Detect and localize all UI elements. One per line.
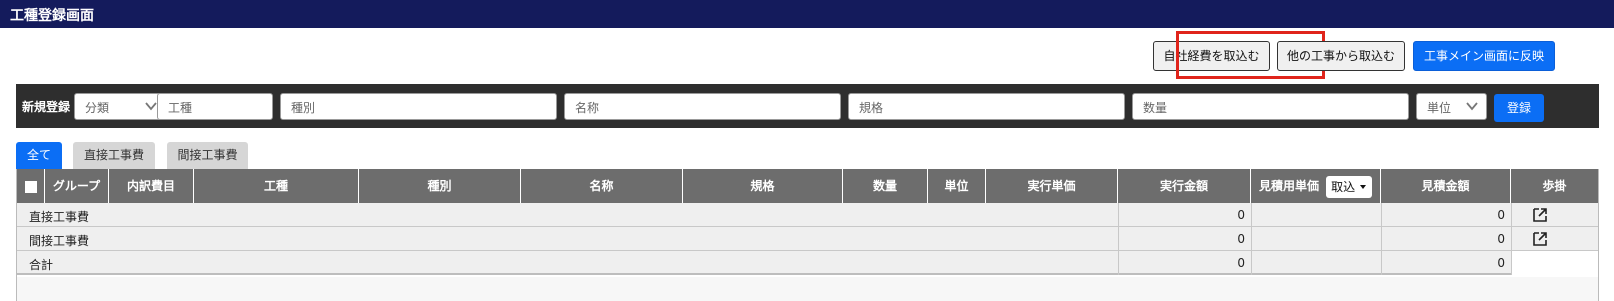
name-input[interactable]: 名称 [564, 93, 841, 120]
header-shubetsu[interactable]: 種別 [359, 169, 521, 203]
qty-input[interactable]: 数量 [1132, 93, 1409, 120]
new-entry-label: 新規登録 [22, 100, 71, 114]
header-name[interactable]: 名称 [521, 169, 683, 203]
header-estimate-unit-price: 見積用単価 [1258, 179, 1319, 193]
cost-table: グループ 内訳費目 工種 種別 名称 規格 数量 単位 実行単価 実行金額 見積… [16, 169, 1599, 301]
external-link-icon[interactable] [1529, 230, 1551, 248]
name-placeholder: 名称 [575, 101, 600, 115]
table-row: 間接工事費 0 0 [17, 227, 1598, 251]
header-exec-amount[interactable]: 実行金額 [1118, 169, 1251, 203]
tab-direct-cost[interactable]: 直接工事費 [73, 142, 155, 170]
external-link-icon[interactable] [1529, 206, 1551, 224]
import-dropdown-label: 取込 [1331, 179, 1356, 194]
reflect-main-button[interactable]: 工事メイン画面に反映 [1413, 41, 1555, 71]
header-estimate-unit-price-cell: 見積用単価 取込 [1251, 169, 1381, 203]
header-breakdown[interactable]: 内訳費目 [109, 169, 194, 203]
header-estimate-amount[interactable]: 見積金額 [1381, 169, 1511, 203]
header-qty[interactable]: 数量 [843, 169, 928, 203]
checkbox-icon[interactable] [24, 180, 37, 193]
exec-amount-value: 0 [1237, 208, 1245, 222]
category-select[interactable]: 分類 [74, 93, 166, 120]
spec-placeholder: 規格 [859, 101, 884, 115]
import-dropdown[interactable]: 取込 [1326, 175, 1373, 198]
shubetsu-placeholder: 種別 [291, 101, 316, 115]
window-title: 工種登録画面 [0, 0, 1614, 28]
unit-select-value: 単位 [1427, 101, 1452, 115]
spec-input[interactable]: 規格 [848, 93, 1125, 120]
import-from-other-button[interactable]: 他の工事から取込む [1277, 41, 1405, 71]
header-checkbox-cell [17, 169, 45, 203]
header-group[interactable]: グループ [45, 169, 109, 203]
rate-cell-empty [1512, 251, 1598, 275]
chevron-down-icon [145, 102, 157, 111]
header-koushu[interactable]: 工種 [194, 169, 359, 203]
row-label: 間接工事費 [29, 234, 90, 248]
table-row: 直接工事費 0 0 [17, 203, 1598, 227]
header-rate[interactable]: 歩掛 [1511, 169, 1598, 203]
koushu-input[interactable]: 工種 [157, 93, 273, 120]
table-row-total: 合計 0 0 [17, 251, 1598, 275]
exec-amount-value: 0 [1237, 232, 1245, 246]
tab-all[interactable]: 全て [16, 142, 62, 170]
row-label: 合計 [29, 258, 54, 272]
shubetsu-input[interactable]: 種別 [280, 93, 557, 120]
estimate-amount-value: 0 [1497, 256, 1505, 270]
qty-placeholder: 数量 [1143, 101, 1168, 115]
koushu-placeholder: 工種 [168, 101, 193, 115]
caret-down-icon [1360, 184, 1367, 189]
tab-indirect-cost[interactable]: 間接工事費 [167, 142, 248, 170]
new-entry-bar: 新規登録 分類 工種 種別 名称 規格 数量 単位 登録 [16, 84, 1599, 128]
estimate-amount-value: 0 [1497, 232, 1505, 246]
table-empty-area [17, 277, 1598, 301]
header-exec-unit-price[interactable]: 実行単価 [986, 169, 1118, 203]
chevron-down-icon [1466, 102, 1478, 111]
exec-amount-value: 0 [1237, 256, 1245, 270]
category-select-value: 分類 [85, 101, 110, 115]
row-label: 直接工事費 [29, 210, 90, 224]
unit-select[interactable]: 単位 [1416, 93, 1487, 120]
register-button[interactable]: 登録 [1494, 94, 1544, 122]
header-unit[interactable]: 単位 [928, 169, 986, 203]
estimate-amount-value: 0 [1497, 208, 1505, 222]
header-spec[interactable]: 規格 [683, 169, 843, 203]
